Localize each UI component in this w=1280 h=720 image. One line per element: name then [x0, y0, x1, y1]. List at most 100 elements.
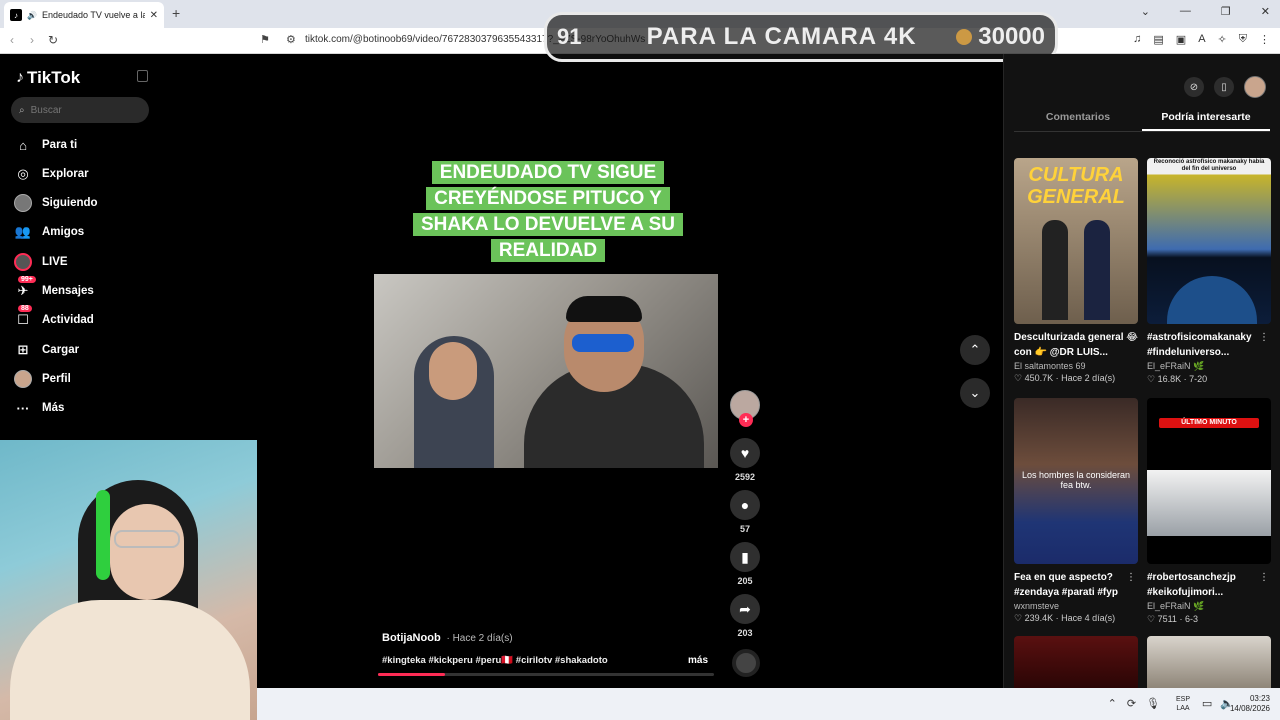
webcam-overlay [0, 440, 257, 720]
sidebar-icon[interactable]: ▤ [1153, 33, 1163, 46]
recommended-video-card[interactable]: Los hombres la consideran fea btw. Fea e… [1014, 398, 1138, 624]
goal-amount: 30000 [978, 23, 1045, 50]
bookmark-icon[interactable]: ⚑ [260, 33, 270, 46]
sidebar-item-label: Más [42, 402, 65, 414]
video-thumbnail-partial[interactable] [1014, 636, 1138, 688]
card-more-icon[interactable]: ⋮ [1259, 332, 1269, 343]
card-more-icon[interactable]: ⋮ [1126, 572, 1136, 583]
sidebar-item-live[interactable]: LIVE [14, 251, 68, 273]
read-aloud-icon[interactable]: A [1198, 33, 1205, 46]
card-time: Hace 4 día(s) [1061, 613, 1116, 623]
more-link[interactable]: más [688, 655, 708, 666]
sidebar-item-actividad[interactable]: ☐ 88 Actividad [14, 305, 94, 331]
speaker-icon: 🔊 [27, 10, 37, 20]
save-button[interactable]: ▮ [730, 542, 760, 572]
sidebar-item-label: Cargar [42, 344, 80, 356]
share-count: 203 [737, 628, 753, 638]
video-player[interactable] [374, 274, 718, 468]
heart-icon: ♥ [740, 445, 750, 461]
coins-icon[interactable]: ⊘ [1184, 77, 1204, 97]
recommended-video-card[interactable]: Reconoció astrofísico makanaky había del… [1147, 158, 1271, 385]
sidebar-item-perfil[interactable]: Perfil [14, 368, 71, 390]
menu-icon[interactable]: ⋮ [1259, 33, 1270, 46]
video-thumbnail-partial[interactable] [1147, 636, 1271, 688]
video-thumbnail[interactable]: Los hombres la consideran fea btw. [1014, 398, 1138, 564]
sidebar-item-mas[interactable]: ··· Más [14, 397, 65, 419]
extension-icons: ♫ ▤ ▣ A ✧ ⛨ ⋮ [1133, 33, 1270, 46]
search-box[interactable]: ⌕ [11, 97, 149, 123]
sidebar-item-amigos[interactable]: 👥 Amigos [14, 221, 84, 243]
device-icon[interactable]: ▯ [1214, 77, 1234, 97]
video-thumbnail[interactable]: ÚLTIMO MINUTO [1147, 398, 1271, 564]
card-more-icon[interactable]: ⋮ [1259, 572, 1269, 583]
video-person-left-head [429, 342, 477, 400]
chevron-up-icon: ⌃ [969, 342, 981, 357]
sidebar-item-mensajes[interactable]: ✈ 99+ Mensajes [14, 276, 94, 302]
new-tab-button[interactable]: + [172, 5, 180, 21]
sidebar-item-cargar[interactable]: ⊞ Cargar [14, 339, 80, 361]
tab-podria-interesarte[interactable]: Podría interesarte [1142, 106, 1270, 131]
clock[interactable]: 03:23 14/08/2026 [1230, 694, 1270, 714]
reload-icon[interactable]: ↻ [48, 33, 58, 47]
comment-button[interactable]: ● [730, 490, 760, 520]
card-author: El_eFRaiN 🌿 [1147, 361, 1205, 371]
post-time: · Hace 2 día(s) [443, 633, 513, 644]
share-button[interactable]: ➦ [730, 594, 760, 624]
video-progress-bar[interactable] [378, 673, 714, 676]
thumbnail-image [1147, 470, 1271, 536]
share-icon: ➦ [739, 600, 751, 617]
close-window-icon[interactable]: ✕ [1261, 5, 1270, 18]
sidebar-item-explorar[interactable]: ◎ Explorar [14, 163, 88, 185]
tab-list-icon[interactable]: ⌄ [1141, 5, 1150, 18]
site-info-icon[interactable]: ⚙ [286, 33, 296, 46]
comment-icon: ● [740, 497, 750, 513]
recommended-video-card[interactable]: CULTURA GENERAL Desculturizada general 😂… [1014, 158, 1138, 384]
music-icon[interactable]: ♫ [1133, 33, 1141, 46]
back-icon[interactable]: ‹ [10, 33, 14, 47]
video-thumbnail[interactable]: Reconoció astrofísico makanaky había del… [1147, 158, 1271, 324]
tab-comentarios[interactable]: Comentarios [1014, 106, 1142, 131]
creator-avatar[interactable]: + [730, 390, 760, 427]
sidebar: ♪ TikTok ⌕ ⌂ Para ti ◎ Explorar Siguiend… [0, 54, 160, 440]
browser-tab[interactable]: ♪ 🔊 Endeudado TV vuelve a la re ✕ [4, 2, 164, 28]
next-video-button[interactable]: ⌄ [960, 378, 990, 408]
card-stats: ♡ 16.8K · 7-20 [1147, 374, 1208, 384]
language-indicator[interactable]: ESP LAA [1176, 695, 1190, 713]
shield-icon[interactable]: ⛨ [1239, 33, 1247, 46]
card-stats: ♡ 239.4K · Hace 4 día(s) [1014, 613, 1116, 623]
collapse-sidebar-icon[interactable] [137, 70, 148, 82]
forward-icon[interactable]: › [30, 33, 34, 47]
microphone-icon[interactable]: 🎙 [1146, 697, 1160, 710]
thumbnail-person-left [1042, 220, 1068, 320]
user-avatar[interactable] [1244, 76, 1266, 98]
maximize-icon[interactable]: ❐ [1221, 5, 1231, 18]
recommended-video-card[interactable]: ÚLTIMO MINUTO #robertosanchezjp #keikofu… [1147, 398, 1271, 625]
wallet-icon[interactable]: ▣ [1176, 33, 1186, 46]
copilot-icon[interactable]: ✧ [1218, 33, 1227, 46]
search-input[interactable] [30, 104, 131, 116]
chevron-up-icon[interactable]: ⌃ [1108, 697, 1117, 710]
system-tray: ⌃ ⟳ 🎙 [1108, 697, 1160, 710]
sidebar-item-siguiendo[interactable]: Siguiendo [14, 192, 98, 214]
close-tab-icon[interactable]: ✕ [150, 10, 158, 21]
card-time: 6-3 [1184, 614, 1198, 624]
network-icon[interactable]: ▭ [1202, 697, 1212, 710]
card-author: wxnmsteve [1014, 601, 1060, 611]
tiktok-logo[interactable]: ♪ TikTok [16, 68, 80, 88]
sidebar-item-label: Siguiendo [42, 197, 98, 209]
video-thumbnail[interactable]: CULTURA GENERAL [1014, 158, 1138, 324]
author-name[interactable]: BotijaNoob [382, 632, 441, 644]
music-disc-icon[interactable] [732, 649, 760, 677]
like-button[interactable]: ♥ [730, 438, 760, 468]
card-more-icon[interactable]: ⋮ [1126, 332, 1136, 343]
like-count: 2592 [734, 472, 756, 482]
sync-icon[interactable]: ⟳ [1127, 697, 1136, 710]
sidebar-item-para-ti[interactable]: ⌂ Para ti [14, 134, 77, 156]
previous-video-button[interactable]: ⌃ [960, 335, 990, 365]
webcam-body [10, 600, 250, 720]
thumbnail-text: Los hombres la consideran fea btw. [1021, 470, 1131, 490]
hashtags[interactable]: #kingteka #kickperu #peru🇵🇪 #cirilotv #s… [382, 655, 608, 666]
minimize-icon[interactable]: — [1180, 5, 1191, 18]
avatar-icon [14, 194, 32, 212]
follow-plus-icon[interactable]: + [739, 413, 753, 427]
